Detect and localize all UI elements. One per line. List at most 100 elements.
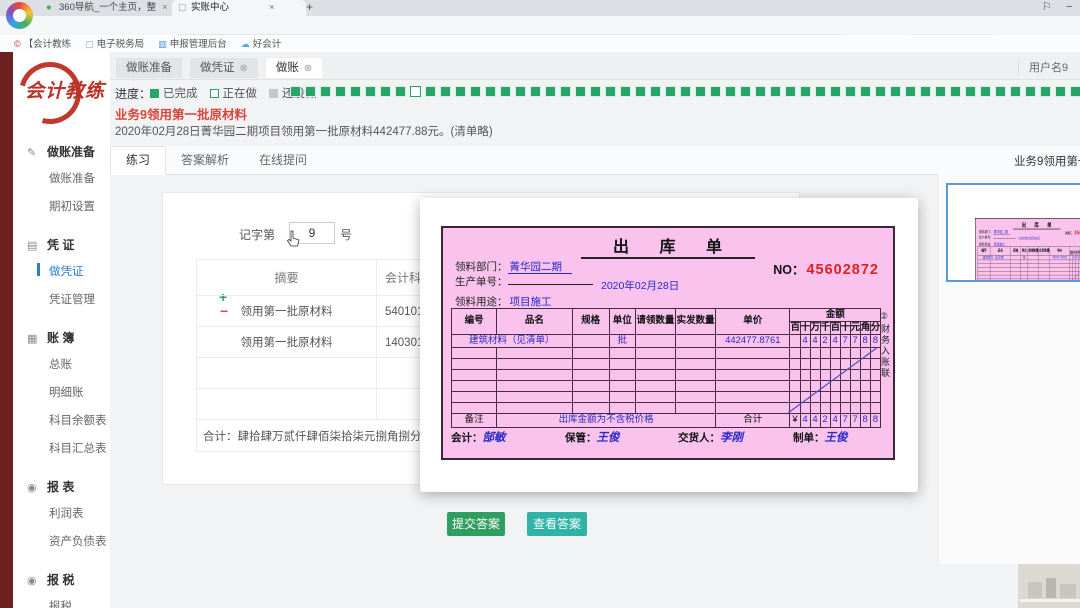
progress-square — [455, 86, 466, 97]
doc-signature-1: 保管：王俊 — [565, 430, 620, 444]
browser-toolbar: ‹ › ↻ ⌂ ↺ ☆ ⊕☒sc.kjjl100.com/WebTemplate… — [0, 16, 1080, 51]
app-tab-label: 做凭证 — [200, 62, 235, 74]
browser-tab-2[interactable]: ▢ 实账中心 × — [172, 0, 306, 16]
doc-col-品名: 品名 — [496, 308, 573, 335]
minimize-icon[interactable]: − — [1066, 0, 1072, 16]
sidebar-item-做凭证[interactable]: 做凭证 — [13, 257, 110, 285]
doc-number: NO：45602872 — [1065, 229, 1080, 236]
document-thumbnail[interactable]: 出 库 单 NO：45602872 领料部门：菁华园二期 生产单号： 2020年… — [946, 183, 1080, 282]
progress-squares — [290, 86, 1080, 97]
doc-col-规格: 规格 — [571, 308, 610, 335]
doc-col-单价: 单价 — [715, 308, 791, 335]
bookmark-item[interactable]: ▢ 电子税务局 — [85, 36, 144, 53]
browser-360-logo[interactable] — [6, 2, 33, 29]
app-logo[interactable]: 会计教练 — [7, 50, 110, 136]
progress-square — [575, 86, 586, 97]
doc-dept-line: 领料部门：菁华园二期 — [455, 259, 572, 274]
content-tab-strip: 练习 答案解析 在线提问 — [110, 146, 1080, 175]
progress-square — [785, 86, 796, 97]
progress-square — [875, 86, 886, 97]
progress-square — [740, 86, 751, 97]
doc-item-price: 442477.8761 — [1049, 255, 1071, 261]
progress-square — [890, 86, 901, 97]
voucher-summary-cell[interactable]: 领用第一批原材料 — [196, 295, 377, 327]
doc-date: 2020年02月28日 — [1018, 236, 1040, 241]
voucher-word-label: 记字第 — [239, 228, 276, 242]
bookmark-item[interactable]: ☁ 好会计 — [241, 36, 282, 53]
doc-total-label: 合计 — [715, 413, 791, 428]
doc-amount-unit: 万 — [809, 321, 821, 335]
doc-total-digit: 2 — [819, 413, 831, 428]
progress-square — [860, 86, 871, 97]
sidebar-item-期初设置[interactable]: 期初设置 — [13, 192, 110, 220]
progress-square — [680, 86, 691, 97]
content-tab-答案解析[interactable]: 答案解析 — [166, 147, 244, 174]
doc-total-digit: 4 — [799, 413, 811, 428]
bookmark-label: 申报管理后台 — [169, 39, 227, 50]
doc-amount-unit: 十 — [839, 321, 851, 335]
doc-copy-label: ②财务入账联 — [880, 312, 890, 379]
progress-square — [755, 86, 766, 97]
bookmark-item[interactable]: © 【会计教练 — [14, 36, 71, 53]
thumbnail-document: 出 库 单 NO：45602872 领料部门：菁华园二期 生产单号： 2020年… — [975, 218, 1080, 280]
tab-close-icon[interactable]: ⊗ — [304, 63, 312, 74]
progress-square — [815, 86, 826, 97]
app-tab-做账准备[interactable]: 做账准备 — [116, 58, 182, 78]
cloud-icon: ☁ — [240, 39, 250, 49]
sidebar-item-做账准备[interactable]: 做账准备 — [13, 164, 110, 192]
progress-square — [950, 86, 961, 97]
sidebar-item-科目汇总表[interactable]: 科目汇总表 — [13, 434, 110, 462]
doc-item-name: 建筑材料（见清单） — [977, 255, 1011, 261]
doc-signature-2: 交货人：李刚 — [678, 430, 743, 444]
bookmark-label: 【会计教练 — [23, 39, 72, 50]
view-answer-button[interactable]: 查看答案 — [527, 512, 587, 536]
flag-icon[interactable]: ⚐ — [1042, 0, 1052, 16]
doc-table: 编号品名规格单位请领数量实发数量单价金额百十万千百十元角分建筑材料（见清单）批4… — [450, 308, 882, 428]
progress-square — [650, 86, 661, 97]
voucher-summary-cell[interactable]: 领用第一批原材料 — [196, 326, 377, 358]
doc-number-value: 45602872 — [1074, 230, 1080, 236]
user-label[interactable]: 用户名9 — [1018, 59, 1068, 75]
submit-answer-button[interactable]: 提交答案 — [447, 512, 505, 536]
outbound-order-document: 出 库 单 NO： 45602872 领料部门： 菁华园二期 生产单号： 2020年… — [441, 226, 895, 460]
sidebar-item-利润表[interactable]: 利润表 — [13, 499, 110, 527]
app-tab-做凭证[interactable]: 做凭证 ⊗ — [190, 58, 258, 78]
progress-square — [710, 86, 721, 97]
progress-square — [995, 86, 1006, 97]
doc-col-规格: 规格 — [1010, 246, 1021, 256]
new-tab-button[interactable]: + — [306, 0, 313, 16]
sidebar-item-报税[interactable]: 报税 — [13, 592, 110, 608]
sidebar-item-凭证管理[interactable]: 凭证管理 — [13, 285, 110, 313]
voucher-summary-cell[interactable] — [196, 388, 377, 420]
sidebar-section-报税: ◉ 报 税 — [27, 571, 110, 588]
browser-tab-1[interactable]: ● 360导航_一个主页，整 × — [40, 0, 180, 16]
doc-empty-row — [450, 402, 882, 414]
sidebar-item-资产负债表[interactable]: 资产负债表 — [13, 527, 110, 555]
tab1-title: 360导航_一个主页，整 — [59, 2, 157, 13]
doc-total-digit: 7 — [839, 413, 851, 428]
sidebar-item-总账[interactable]: 总账 — [13, 350, 110, 378]
voucher-summary-cell[interactable] — [196, 357, 377, 389]
tab2-close-icon[interactable]: × — [269, 2, 275, 13]
doc-total-digit: 7 — [849, 413, 861, 428]
sidebar-item-科目余额表[interactable]: 科目余额表 — [13, 406, 110, 434]
doc-col-编号: 编号 — [450, 308, 498, 335]
doc-total-digit: 4 — [829, 413, 841, 428]
content-tab-在线提问[interactable]: 在线提问 — [244, 147, 322, 174]
doc-title: 出 库 单 — [443, 233, 893, 259]
doc-total-digit: 8 — [869, 413, 882, 428]
tab-close-icon[interactable]: ⊗ — [240, 63, 248, 74]
legend-square-todo — [269, 89, 278, 98]
app-tab-做账[interactable]: 做账 ⊗ — [265, 58, 323, 78]
doc-total-digit: ¥ — [789, 413, 801, 428]
tab1-close-icon[interactable]: × — [162, 2, 168, 13]
sidebar-section-报表: ◉ 报 表 — [27, 478, 110, 495]
voucher-icon: ▤ — [27, 240, 38, 252]
legend-item: 已完成 — [150, 88, 198, 100]
content-tab-练习[interactable]: 练习 — [110, 146, 167, 175]
bookmark-item[interactable]: ▥ 申报管理后台 — [158, 36, 227, 53]
ledger-icon: ▦ — [27, 333, 38, 345]
sidebar-item-明细账[interactable]: 明细账 — [13, 378, 110, 406]
progress-square — [1040, 86, 1051, 97]
sidebar-section-title: 做账准备 — [47, 145, 96, 159]
